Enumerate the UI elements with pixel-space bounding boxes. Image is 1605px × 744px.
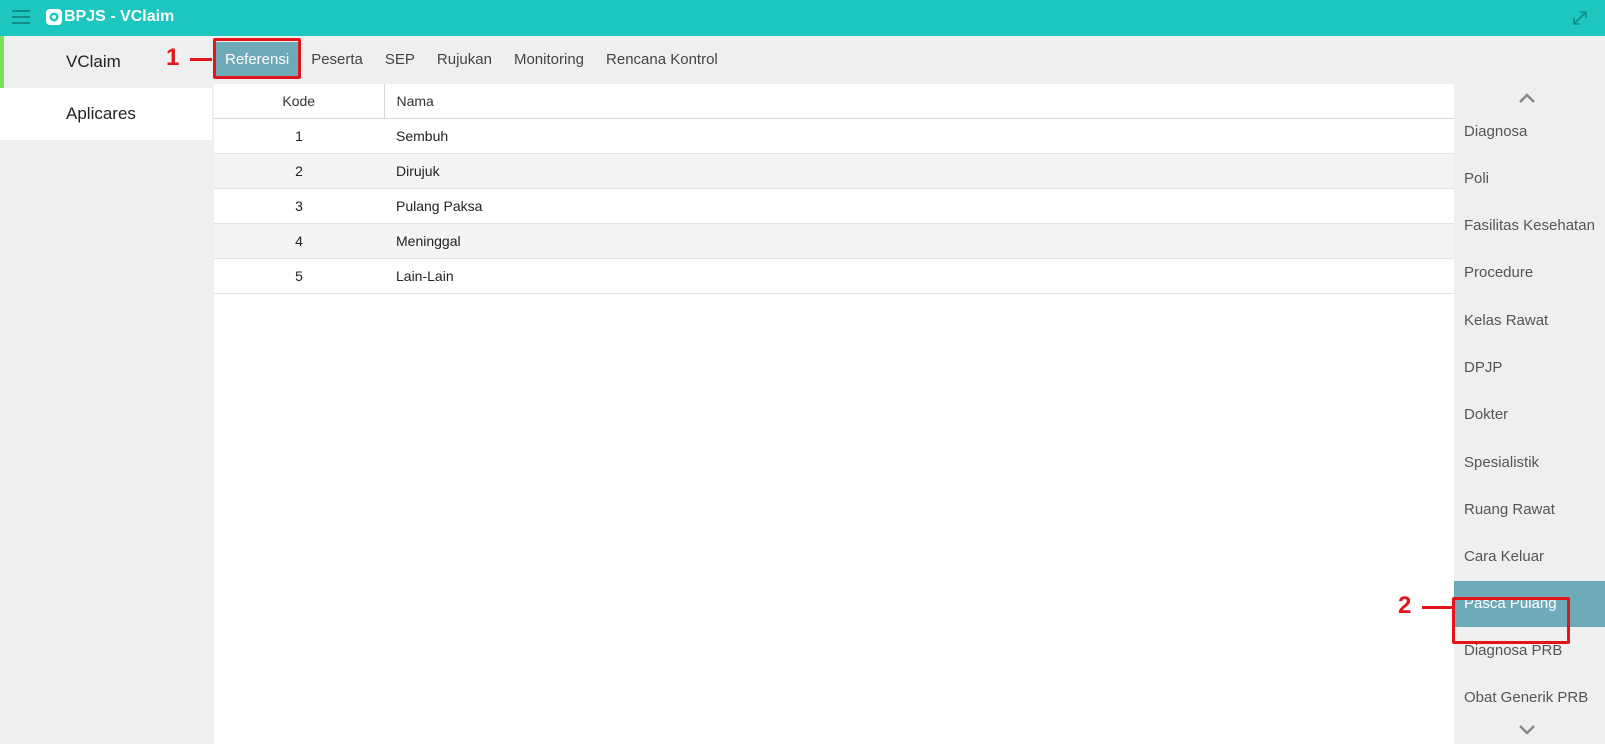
table-header-row: Kode Nama [214,84,1454,119]
cell-nama: Lain-Lain [384,258,1454,294]
chevron-up-icon[interactable] [1518,92,1536,104]
cell-kode: 1 [214,118,384,154]
tab-rujukan[interactable]: Rujukan [426,42,503,78]
ref-item-diagnosa[interactable]: Diagnosa [1454,109,1605,155]
chevron-down-icon[interactable] [1518,724,1536,736]
expand-icon[interactable] [1571,9,1589,27]
sidebar-item-vclaim[interactable]: VClaim [0,36,212,88]
hamburger-menu-icon[interactable] [12,10,30,24]
cell-nama: Pulang Paksa [384,188,1454,224]
table-row[interactable]: 5 Lain-Lain [214,258,1454,294]
tab-rencana-kontrol[interactable]: Rencana Kontrol [595,42,729,78]
table-row[interactable]: 3 Pulang Paksa [214,188,1454,224]
sidebar-item-aplicares[interactable]: Aplicares [0,88,212,140]
tab-sep[interactable]: SEP [374,42,426,78]
callout-line-1 [190,58,212,61]
highlight-box-pasca-pulang [1452,597,1570,644]
ref-item-procedure[interactable]: Procedure [1454,250,1605,296]
table-row[interactable]: 4 Meninggal [214,223,1454,259]
title-bar: BPJS - VClaim [0,0,1605,36]
reference-table: Kode Nama 1 Sembuh 2 Dirujuk 3 Pulang Pa… [214,84,1454,744]
column-header-nama: Nama [384,84,1454,119]
cell-kode: 5 [214,258,384,294]
ref-item-fasilitas-kesehatan[interactable]: Fasilitas Kesehatan [1454,203,1605,249]
callout-number-1: 1 [166,44,180,71]
ref-item-obat-generik-prb[interactable]: Obat Generik PRB [1454,675,1605,721]
highlight-box-referensi [213,38,301,79]
cell-kode: 3 [214,188,384,224]
cell-kode: 2 [214,153,384,189]
cell-nama: Dirujuk [384,153,1454,189]
ref-item-ruang-rawat[interactable]: Ruang Rawat [1454,487,1605,533]
table-row[interactable]: 1 Sembuh [214,118,1454,154]
callout-number-2: 2 [1398,592,1412,619]
ref-item-kelas-rawat[interactable]: Kelas Rawat [1454,298,1605,344]
cell-nama: Sembuh [384,118,1454,154]
tab-monitoring[interactable]: Monitoring [503,42,595,78]
ref-item-poli[interactable]: Poli [1454,156,1605,202]
ref-item-cara-keluar[interactable]: Cara Keluar [1454,534,1605,580]
ref-item-dpjp[interactable]: DPJP [1454,345,1605,391]
tab-peserta[interactable]: Peserta [300,42,374,78]
cell-kode: 4 [214,223,384,259]
ref-item-spesialistik[interactable]: Spesialistik [1454,440,1605,486]
column-header-kode: Kode [214,84,385,119]
cell-nama: Meninggal [384,223,1454,259]
table-row[interactable]: 2 Dirujuk [214,153,1454,189]
app-title: BPJS - VClaim [64,8,175,25]
callout-line-2 [1422,606,1452,609]
left-sidebar: VClaim Aplicares [0,36,212,744]
app-logo-icon [46,9,62,25]
ref-item-dokter[interactable]: Dokter [1454,392,1605,438]
reference-menu: Diagnosa Poli Fasilitas Kesehatan Proced… [1454,84,1605,744]
